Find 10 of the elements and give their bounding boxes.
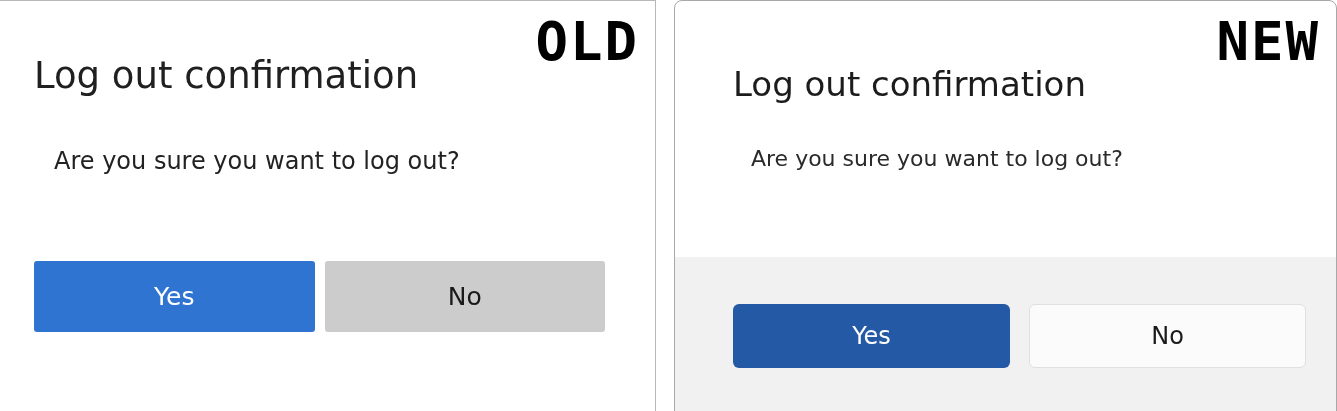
dialog-title: Log out confirmation [34, 53, 419, 99]
version-label: OLD [535, 15, 639, 69]
dialog-message: Are you sure you want to log out? [751, 144, 1123, 173]
version-label: NEW [1216, 15, 1320, 69]
yes-button[interactable]: Yes [34, 261, 315, 333]
dialog-message: Are you sure you want to log out? [54, 146, 460, 178]
no-button[interactable]: No [1029, 304, 1306, 368]
yes-button[interactable]: Yes [733, 304, 1010, 368]
no-button[interactable]: No [324, 261, 605, 333]
dialog-title: Log out confirmation [733, 63, 1086, 106]
